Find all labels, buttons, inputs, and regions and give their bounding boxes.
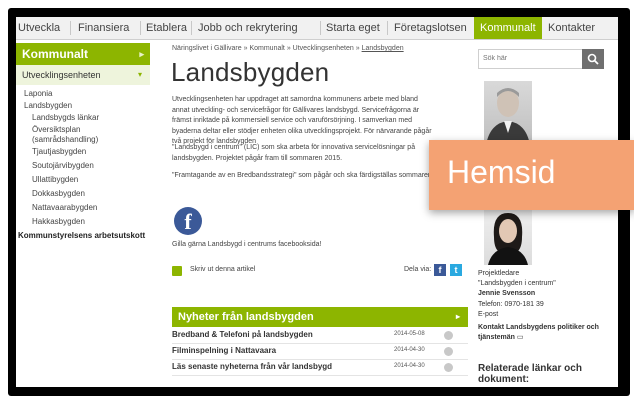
sidebar-heading-label: Kommunalt [22,47,88,61]
news-item[interactable]: Läs senaste nyheterna från vår landsbygd… [172,361,468,376]
print-icon[interactable] [172,266,182,276]
sidebar-item-nattavaarabygden[interactable]: Nattavaarabygden [32,203,97,213]
facebook-text[interactable]: Gilla gärna Landsbygd i centrums faceboo… [172,241,321,248]
article-tools: Skriv ut denna artikel Dela via: f t [172,264,468,279]
contact-role: Projektledare [478,270,520,277]
sidebar-item-kommunstyrelsen[interactable]: Kommunstyrelsens arbetsutskott [18,231,145,241]
breadcrumb-separator: » [243,45,248,52]
nav-divider [387,21,388,35]
breadcrumb-current[interactable]: Landsbygden [362,45,404,52]
search-button[interactable] [582,49,604,69]
contact-project: "Landsbygden i centrum" [478,280,556,287]
news-item[interactable]: Bredband & Telefoni på landsbygden 2014-… [172,329,468,344]
nav-item-utveckla[interactable]: Utveckla [18,17,60,39]
related-heading-line: dokument: [478,374,530,385]
nav-divider [70,21,71,35]
search-input[interactable] [483,50,573,68]
chevron-down-icon: ▾ [137,70,142,79]
external-link-icon: ▭ [516,334,524,341]
nav-item-foretagslotsen[interactable]: Företagslotsen [394,17,467,39]
nav-item-etablera[interactable]: Etablera [146,17,187,39]
news-heading-label: Nyheter från landsbygden [178,311,314,323]
news-date: 2014-05-08 [394,331,425,337]
search-box [478,49,604,69]
sidebar-section-label: Utvecklingsenheten [22,70,101,80]
sidebar-item-dokkasbygden[interactable]: Dokkasbygden [32,189,85,199]
nav-divider [140,21,141,35]
facebook-icon[interactable]: f [174,207,202,235]
nav-divider [320,21,321,35]
share-label: Dela via: [404,266,432,273]
nav-item-kontakter[interactable]: Kontakter [548,17,595,39]
sidebar-item-soutojarvibygden[interactable]: Soutojärvibygden [32,161,94,171]
nav-item-kommunalt[interactable]: Kommunalt [474,17,542,39]
sidebar-item-hakkasbygden[interactable]: Hakkasbygden [32,217,85,227]
intro-paragraph: Utvecklingsenheten har uppdraget att sam… [172,96,432,145]
breadcrumb-separator: » [286,45,291,52]
news-title[interactable]: Filminspelning i Nattavaara [172,346,276,355]
search-icon [587,53,599,65]
nav-item-jobb[interactable]: Jobb och rekrytering [198,17,298,39]
sidebar-item-oversiktsplan[interactable]: Översiktsplan (samrådshandling) [32,125,122,145]
breadcrumb-separator: » [355,45,360,52]
contact-email[interactable]: E-post [478,310,498,320]
contact-phone: Telefon: 0970-181 39 [478,301,544,308]
news-title[interactable]: Bredband & Telefoni på landsbygden [172,330,313,339]
print-link[interactable]: Skriv ut denna artikel [190,266,255,273]
sidebar-item-landsbygds-lankar[interactable]: Landsbygds länkar [32,113,99,123]
news-heading[interactable]: Nyheter från landsbygden ▸ [172,307,468,327]
strategy-paragraph: "Framtagande av en Bredbandsstrategi" so… [172,172,432,179]
related-heading-line: Relaterade länkar och [478,363,582,374]
breadcrumb-item[interactable]: Kommunalt [249,45,284,52]
sidebar: Kommunalt ▸ Utvecklingsenheten ▾ Laponia… [16,43,150,387]
top-navigation: Utveckla Finansiera Etablera Jobb och re… [16,17,618,40]
sidebar-section[interactable]: Utvecklingsenheten ▾ [16,65,150,85]
breadcrumb-item[interactable]: Näringslivet i Gällivare [172,45,242,52]
sidebar-item-laponia[interactable]: Laponia [24,89,52,99]
sidebar-item-tjautjasbygden[interactable]: Tjautjasbygden [32,147,86,157]
sidebar-item-landsbygden[interactable]: Landsbygden [24,101,72,111]
facebook-share-icon[interactable]: f [434,264,446,276]
sidebar-heading[interactable]: Kommunalt ▸ [16,43,150,65]
contact-photo [484,207,532,265]
nav-item-starta-eget[interactable]: Starta eget [326,17,380,39]
overlay-banner-text: Hemsid [447,154,556,190]
arrow-circle-icon[interactable] [444,347,453,356]
nav-divider [191,21,192,35]
news-title[interactable]: Läs senaste nyheterna från vår landsbygd [172,362,332,371]
project-paragraph: "Landsbygd i centrum" (LIC) som ska arbe… [172,144,416,162]
news-item[interactable]: Filminspelning i Nattavaara 2014-04-30 [172,345,468,360]
nav-item-finansiera[interactable]: Finansiera [78,17,129,39]
twitter-share-icon[interactable]: t [450,264,462,276]
contact-politicians-link[interactable]: Kontakt Landsbygdens politiker och [478,323,599,333]
related-links-heading: Relaterade länkar och dokument: [478,363,582,385]
arrow-circle-icon[interactable] [444,331,453,340]
chevron-right-icon: ▸ [139,49,144,59]
overlay-banner: Hemsid [429,140,634,210]
contact-politicians-link-text[interactable]: tjänstemän [478,334,515,341]
page-title: Landsbygden [171,57,330,87]
contact-name: Jennie Svensson [478,290,536,297]
contact-politicians-link-line2[interactable]: tjänstemän ▭ [478,333,524,343]
sidebar-item-ullattibygden[interactable]: Ullattibygden [32,175,78,185]
breadcrumb-item[interactable]: Utvecklingsenheten [293,45,354,52]
news-date: 2014-04-30 [394,347,425,353]
breadcrumb: Näringslivet i Gällivare » Kommunalt » U… [172,45,404,52]
news-date: 2014-04-30 [394,363,425,369]
arrow-circle-icon[interactable] [444,363,453,372]
contact-photo [484,81,532,145]
chevron-right-icon: ▸ [455,312,460,321]
